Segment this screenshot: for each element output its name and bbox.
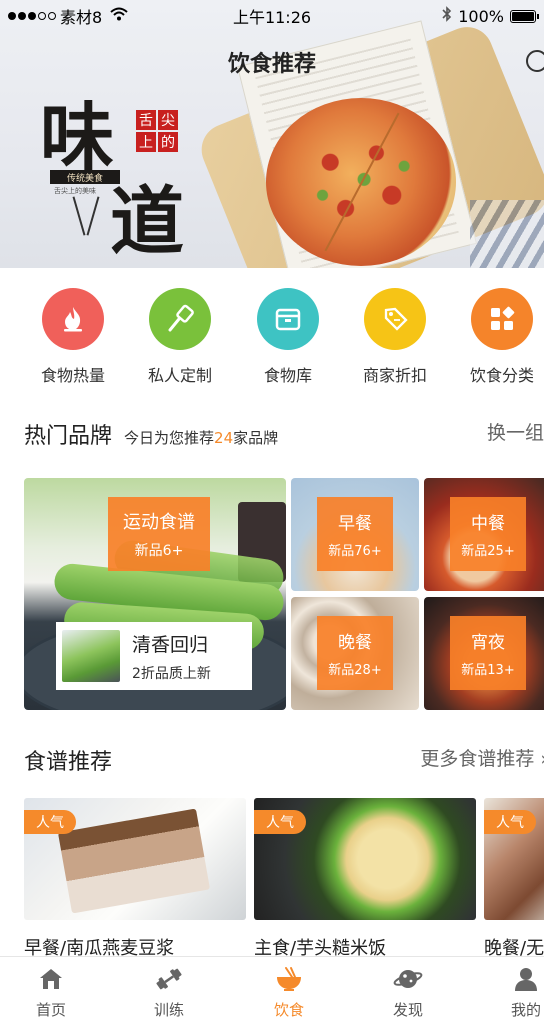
seal-char: 尖	[158, 110, 178, 130]
carrier-name: 素材8	[60, 8, 103, 27]
section-subtitle: 今日为您推荐24家品牌	[124, 429, 279, 447]
brand-name: 晚餐	[338, 633, 372, 653]
category-food-calories[interactable]: 食物热量	[18, 288, 128, 388]
tab-mine[interactable]: 我的	[486, 965, 544, 1020]
pizza-image	[266, 98, 456, 266]
category-label: 食物热量	[40, 366, 105, 385]
search-icon[interactable]	[526, 50, 544, 72]
price-tag-icon	[364, 288, 426, 350]
wifi-icon	[110, 7, 128, 25]
tab-label: 训练	[153, 1001, 184, 1019]
category-label: 私人定制	[147, 366, 212, 385]
tab-home[interactable]: 首页	[11, 965, 91, 1020]
brand-count: 24	[214, 429, 234, 447]
recipe-card[interactable]: 人气	[24, 798, 246, 920]
brand-new-count: 新品28+	[328, 663, 382, 678]
popular-badge: 人气	[24, 810, 76, 834]
brand-tag: 早餐 新品76+	[317, 497, 393, 571]
page-title: 饮食推荐	[227, 52, 316, 77]
seal-char: 舌	[136, 110, 156, 130]
tab-label: 我的	[510, 1001, 541, 1019]
brand-tag: 晚餐 新品28+	[317, 616, 393, 690]
brand-name: 宵夜	[471, 633, 505, 653]
signal-icon	[8, 12, 56, 20]
category-label: 饮食分类	[469, 366, 534, 385]
popular-badge: 人气	[484, 810, 536, 834]
bowl-icon	[274, 965, 304, 993]
brand-new-count: 新品6+	[134, 543, 184, 559]
tab-diet[interactable]: 饮食	[249, 965, 329, 1020]
user-icon	[511, 965, 541, 993]
category-label: 食物库	[263, 366, 312, 385]
home-icon	[36, 965, 66, 993]
status-bar: 素材8 上午11:26 100%	[0, 0, 544, 32]
brand-new-count: 新品25+	[461, 544, 515, 559]
tab-label: 发现	[392, 1001, 423, 1019]
brand-new-count: 新品13+	[461, 663, 515, 678]
category-grid: 食物热量 私人定制 食物库 商家折扣 饮食分类	[0, 288, 544, 388]
category-food-library[interactable]: 食物库	[233, 288, 343, 388]
battery-percent: 100%	[458, 6, 504, 26]
battery-icon	[510, 9, 539, 23]
tab-discover[interactable]: 发现	[368, 965, 448, 1020]
category-diet-classify[interactable]: 饮食分类	[447, 288, 544, 388]
brand-tag: 中餐 新品25+	[450, 497, 526, 571]
banner-tagline-small: 舌尖上的美味	[54, 187, 96, 195]
box-icon	[257, 288, 319, 350]
category-merchant-discount[interactable]: 商家折扣	[340, 288, 450, 388]
bluetooth-icon	[442, 6, 452, 26]
dumbbell-icon	[154, 965, 184, 993]
refresh-brands-link[interactable]: 换一组	[487, 418, 544, 445]
planet-icon	[393, 965, 423, 993]
section-title: 食谱推荐	[24, 750, 113, 775]
tab-training[interactable]: 训练	[129, 965, 209, 1020]
brand-tag: 运动食谱 新品6+	[108, 497, 210, 571]
grid-icon	[471, 288, 533, 350]
calligraphy-char-2: 道	[110, 179, 184, 265]
brand-name: 中餐	[471, 514, 505, 534]
recipe-card[interactable]: 人气	[254, 798, 476, 920]
brand-card-late-night[interactable]: 宵夜 新品13+	[424, 597, 544, 710]
brand-name: 运动食谱	[123, 512, 195, 533]
promo-card[interactable]: 清香回归 2折品质上新	[56, 622, 252, 690]
red-seal: 舌 尖 上 的	[136, 110, 216, 158]
promo-subtitle: 2折品质上新	[132, 665, 211, 682]
spatula-icon	[149, 288, 211, 350]
recipe-card[interactable]: 人气	[484, 798, 544, 920]
calligraphy-logo: 味 舌 尖 上 的 传统美食 舌尖上的美味 道	[40, 78, 210, 265]
promo-title: 清香回归	[132, 633, 209, 656]
brand-card-breakfast[interactable]: 早餐 新品76+	[291, 478, 419, 591]
section-title: 热门品牌	[24, 424, 113, 449]
category-personal-custom[interactable]: 私人定制	[125, 288, 235, 388]
chopsticks-icon	[72, 196, 102, 236]
popular-badge: 人气	[254, 810, 306, 834]
recipes-header: 食谱推荐 更多食谱推荐 ›	[24, 744, 544, 776]
brand-tag: 宵夜 新品13+	[450, 616, 526, 690]
calligraphy-char-1: 味	[40, 95, 114, 181]
brand-new-count: 新品76+	[328, 544, 382, 559]
brand-card-dinner[interactable]: 晚餐 新品28+	[291, 597, 419, 710]
seal-char: 的	[158, 132, 178, 152]
hero-banner[interactable]: 味 舌 尖 上 的 传统美食 舌尖上的美味 道 素材8 上午11:26 100%…	[0, 0, 544, 268]
promo-thumbnail	[62, 630, 120, 682]
tab-label: 首页	[35, 1001, 66, 1019]
category-label: 商家折扣	[362, 366, 427, 385]
tab-label: 饮食	[273, 1001, 304, 1019]
tab-bar: 首页 训练 饮食 发现 我的	[0, 956, 544, 1024]
seal-char: 上	[136, 132, 156, 152]
more-recipes-link[interactable]: 更多食谱推荐 ›	[420, 744, 544, 771]
recipe-image	[57, 808, 211, 914]
brand-name: 早餐	[338, 514, 372, 534]
flame-icon	[42, 288, 104, 350]
napkin-image	[470, 200, 544, 268]
hot-brands-header: 热门品牌 今日为您推荐24家品牌 换一组	[24, 418, 544, 450]
brand-card-lunch[interactable]: 中餐 新品25+	[424, 478, 544, 591]
